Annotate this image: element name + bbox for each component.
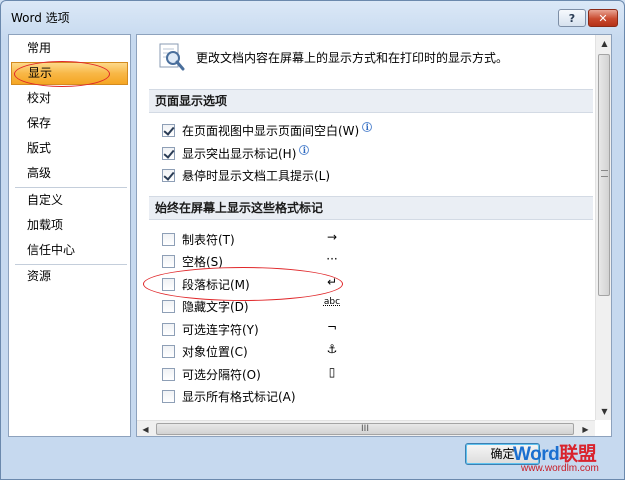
window-title: Word 选项 <box>11 11 70 25</box>
checkbox[interactable] <box>162 232 175 246</box>
option-show-whitespace[interactable]: 在页面视图中显示页面间空白(W) i <box>162 121 373 139</box>
scroll-down-icon[interactable]: ▼ <box>596 403 611 420</box>
option-label: 悬停时显示文档工具提示(L) <box>182 168 331 183</box>
option-hidden-text[interactable]: 隐藏文字(D) abc <box>162 297 340 315</box>
option-show-all-marks[interactable]: 显示所有格式标记(A) <box>162 387 296 405</box>
option-show-highlighter[interactable]: 显示突出显示标记(H) i <box>162 144 310 162</box>
help-button[interactable]: ? <box>558 9 586 27</box>
option-label: 对象位置(C) <box>182 344 248 359</box>
page-display-heading: 页面显示选项 <box>149 89 593 113</box>
option-paragraph-marks[interactable]: 段落标记(M) ↵ <box>162 275 337 293</box>
close-icon: ✕ <box>598 11 608 25</box>
options-nav: 常用 显示 校对 保存 版式 高级 自定义 加载项 信任中心 资源 <box>8 34 131 437</box>
nav-item-customize[interactable]: 自定义 <box>11 189 128 212</box>
checkbox[interactable] <box>162 254 175 268</box>
horizontal-scrollbar[interactable]: ◀ III ▶ <box>137 420 595 436</box>
option-label: 空格(S) <box>182 254 223 269</box>
option-label: 段落标记(M) <box>182 277 250 292</box>
option-label: 制表符(T) <box>182 232 235 247</box>
display-options-pane: 更改文档内容在屏幕上的显示方式和在打印时的显示方式。 页面显示选项 在页面视图中… <box>136 34 612 437</box>
magnifier-document-icon <box>159 43 185 71</box>
option-label: 显示突出显示标记(H) <box>182 146 297 161</box>
formatting-marks-heading: 始终在屏幕上显示这些格式标记 <box>149 196 593 220</box>
option-label: 可选分隔符(O) <box>182 367 261 382</box>
info-icon[interactable]: i <box>299 145 310 155</box>
nav-item-common[interactable]: 常用 <box>11 37 128 60</box>
option-optional-hyphens[interactable]: 可选连字符(Y) ¬ <box>162 320 337 338</box>
checkbox[interactable] <box>162 367 175 381</box>
space-dots-icon: ··· <box>326 252 338 266</box>
help-icon: ? <box>568 11 576 25</box>
scroll-up-icon[interactable]: ▲ <box>596 35 611 52</box>
option-tab-characters[interactable]: 制表符(T) → <box>162 230 337 248</box>
horizontal-scroll-thumb[interactable]: III <box>156 423 574 435</box>
option-spaces[interactable]: 空格(S) ··· <box>162 252 338 270</box>
info-icon[interactable]: i <box>362 122 373 132</box>
checkbox[interactable] <box>162 277 175 291</box>
option-label: 可选连字符(Y) <box>182 322 259 337</box>
intro-description: 更改文档内容在屏幕上的显示方式和在打印时的显示方式。 <box>196 51 509 65</box>
hidden-text-icon: abc <box>323 297 341 307</box>
tab-arrow-icon: → <box>326 230 338 244</box>
checkbox[interactable] <box>162 168 175 182</box>
checkbox[interactable] <box>162 146 175 160</box>
nav-item-typography[interactable]: 版式 <box>11 137 128 160</box>
nav-item-resources[interactable]: 资源 <box>11 265 128 288</box>
watermark: Word联盟 www.wordlm.com <box>513 439 623 479</box>
option-label: 在页面视图中显示页面间空白(W) <box>182 123 360 138</box>
optional-hyphen-icon: ¬ <box>326 320 338 334</box>
watermark-logo: Word联盟 <box>513 444 597 465</box>
paragraph-mark-icon: ↵ <box>326 275 338 289</box>
option-optional-breaks[interactable]: 可选分隔符(O) ▯ <box>162 365 335 383</box>
close-button[interactable]: ✕ <box>588 9 618 27</box>
grip-icon: III <box>361 424 369 434</box>
option-object-anchors[interactable]: 对象位置(C) ⚓ <box>162 342 337 360</box>
title-bar: Word 选项 ? ✕ <box>1 1 624 31</box>
option-label: 隐藏文字(D) <box>182 299 249 314</box>
scroll-right-icon[interactable]: ▶ <box>577 421 594 436</box>
grip-icon <box>601 170 608 177</box>
watermark-url: www.wordlm.com <box>521 463 599 474</box>
nav-item-display[interactable]: 显示 <box>11 62 128 85</box>
nav-item-addins[interactable]: 加载项 <box>11 214 128 237</box>
nav-divider <box>15 187 127 188</box>
vertical-scroll-thumb[interactable] <box>598 54 610 296</box>
option-show-tooltips[interactable]: 悬停时显示文档工具提示(L) <box>162 166 330 184</box>
nav-item-proofing[interactable]: 校对 <box>11 87 128 110</box>
nav-item-save[interactable]: 保存 <box>11 112 128 135</box>
optional-break-icon: ▯ <box>328 365 336 379</box>
vertical-scrollbar[interactable]: ▲ ▼ <box>595 35 611 420</box>
option-label: 显示所有格式标记(A) <box>182 389 296 404</box>
scroll-left-icon[interactable]: ◀ <box>137 421 154 436</box>
checkbox[interactable] <box>162 344 175 358</box>
checkbox[interactable] <box>162 322 175 336</box>
nav-item-trust-center[interactable]: 信任中心 <box>11 239 128 262</box>
nav-item-advanced[interactable]: 高级 <box>11 162 128 185</box>
checkbox[interactable] <box>162 123 175 137</box>
checkbox[interactable] <box>162 389 175 403</box>
checkbox[interactable] <box>162 299 175 313</box>
anchor-icon: ⚓ <box>326 342 338 356</box>
